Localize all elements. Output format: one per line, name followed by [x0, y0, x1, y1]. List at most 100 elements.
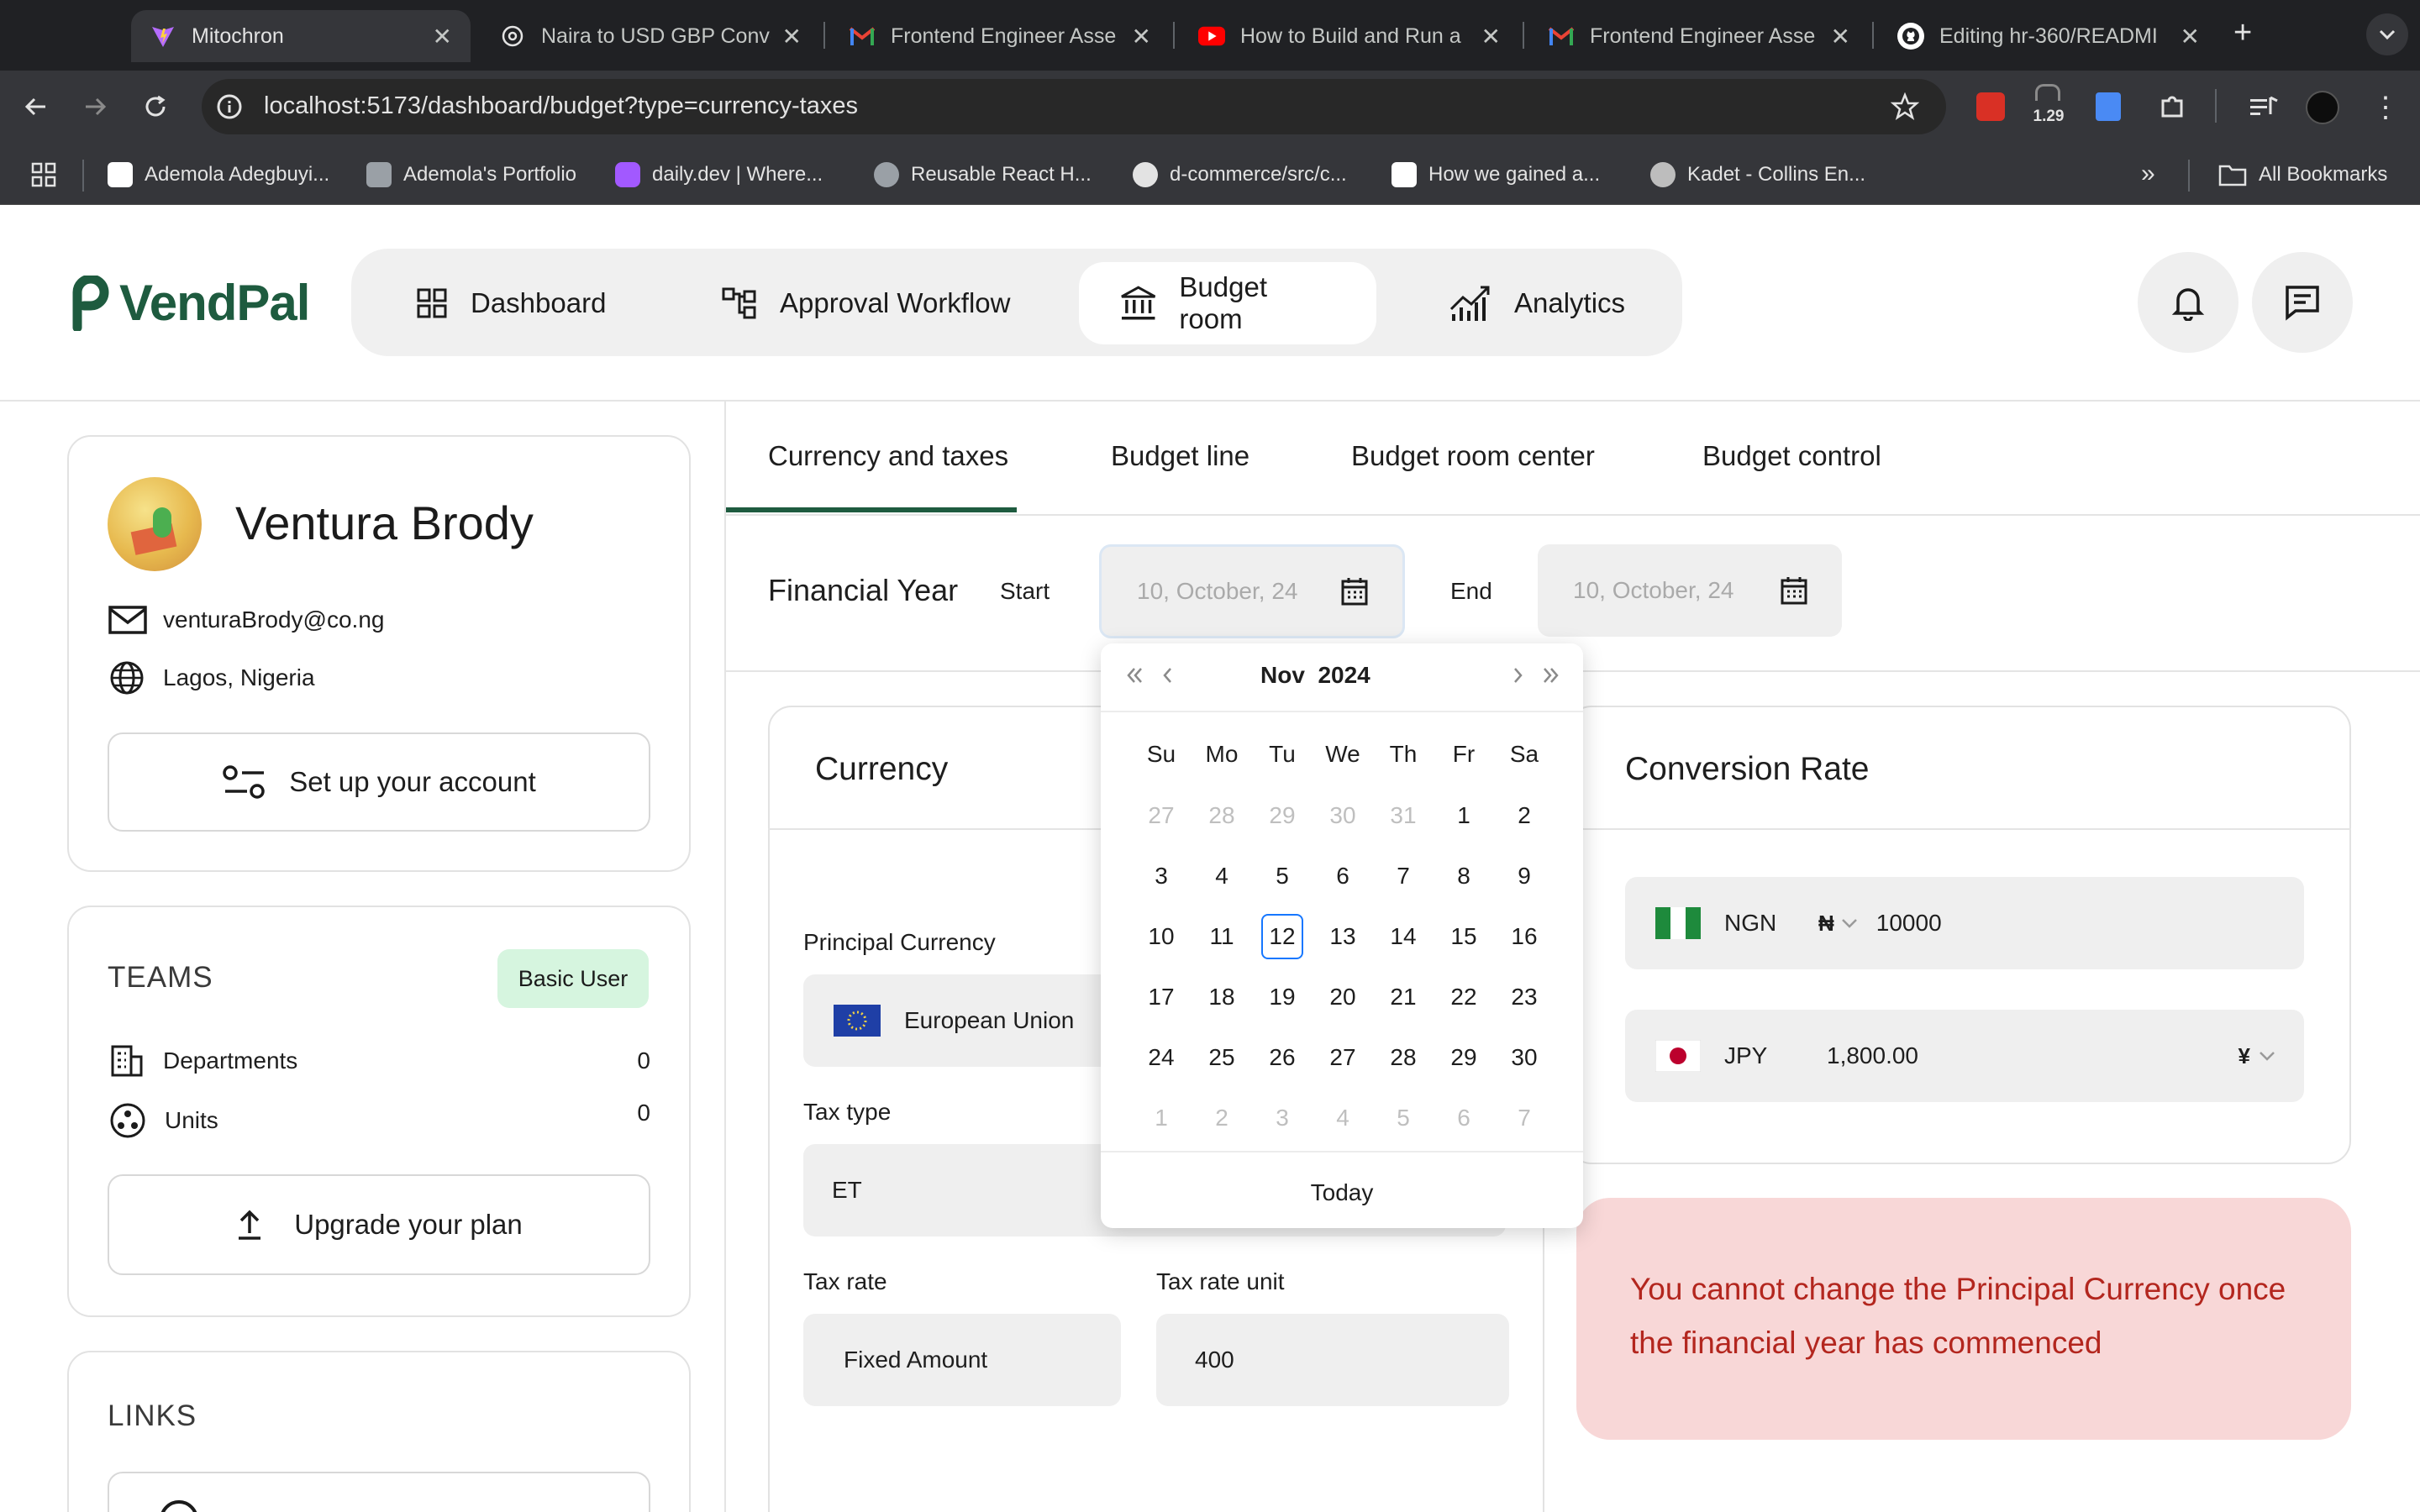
extension-icon[interactable] — [1976, 92, 2005, 121]
calendar-day[interactable]: 29 — [1434, 1035, 1494, 1080]
next-month-icon[interactable] — [1507, 664, 1528, 687]
vendpal-logo[interactable]: VendPal — [66, 274, 310, 332]
jpy-amount[interactable]: 1,800.00 — [1827, 1042, 2238, 1069]
close-icon[interactable]: ✕ — [782, 23, 802, 50]
nav-analytics[interactable]: Analytics — [1408, 262, 1665, 344]
tab-search-button[interactable] — [2366, 13, 2408, 55]
browser-tab[interactable]: Frontend Engineer Asse ✕ — [830, 10, 1170, 62]
bookmark-item[interactable]: Ademola's Portfolio — [366, 160, 576, 190]
calendar-day[interactable]: 28 — [1192, 793, 1252, 838]
bookmark-item[interactable]: daily.dev | Where... — [615, 160, 823, 190]
back-arrow-icon[interactable] — [22, 92, 50, 121]
calendar-day[interactable]: 30 — [1313, 793, 1373, 838]
close-icon[interactable]: ✕ — [1132, 23, 1151, 50]
conversion-row-jpy[interactable]: JPY 1,800.00 ¥ — [1625, 1010, 2304, 1102]
tab-currency-and-taxes[interactable]: Currency and taxes — [768, 440, 1008, 472]
upgrade-plan-button[interactable]: Upgrade your plan — [108, 1174, 650, 1275]
calendar-year[interactable]: 2024 — [1318, 662, 1370, 688]
tab-budget-room-center[interactable]: Budget room center — [1351, 440, 1595, 472]
calendar-day[interactable]: 3 — [1131, 853, 1192, 899]
extension-counter[interactable]: 1.29 — [2027, 79, 2070, 129]
nav-budget-room[interactable]: Budget room — [1079, 262, 1376, 344]
calendar-day[interactable]: 6 — [1434, 1095, 1494, 1141]
puzzle-icon[interactable] — [2158, 92, 2186, 121]
calendar-day[interactable]: 2 — [1192, 1095, 1252, 1141]
nav-dashboard[interactable]: Dashboard — [375, 262, 646, 344]
calendar-day[interactable]: 1 — [1434, 793, 1494, 838]
calendar-day[interactable]: 31 — [1373, 793, 1434, 838]
calendar-day[interactable]: 18 — [1192, 974, 1252, 1020]
browser-tab-mitochron[interactable]: Mitochron ✕ — [131, 10, 471, 62]
calendar-day[interactable]: 14 — [1373, 914, 1434, 959]
tax-rate-unit-input[interactable]: 400 — [1156, 1314, 1509, 1406]
close-icon[interactable]: ✕ — [433, 23, 452, 50]
calendar-day[interactable]: 17 — [1131, 974, 1192, 1020]
calendar-day[interactable]: 19 — [1252, 974, 1313, 1020]
yen-symbol[interactable]: ¥ — [2238, 1043, 2250, 1069]
close-icon[interactable]: ✕ — [2181, 23, 2200, 50]
departments-row[interactable]: Departments 0 — [109, 1043, 650, 1079]
calendar-day[interactable]: 29 — [1252, 793, 1313, 838]
calendar-day[interactable]: 4 — [1192, 853, 1252, 899]
calendar-day[interactable]: 5 — [1252, 853, 1313, 899]
calendar-day-today[interactable]: 12 — [1261, 914, 1303, 959]
ngn-amount[interactable]: 10000 — [1876, 910, 1942, 937]
notifications-button[interactable] — [2138, 252, 2238, 353]
calendar-day[interactable]: 10 — [1131, 914, 1192, 959]
calendar-day[interactable]: 28 — [1373, 1035, 1434, 1080]
calendar-day[interactable]: 15 — [1434, 914, 1494, 959]
today-button[interactable]: Today — [1101, 1179, 1583, 1206]
profile-avatar[interactable] — [2306, 91, 2339, 124]
start-date-input[interactable]: 10, October, 24 — [1099, 544, 1405, 638]
browser-tab[interactable]: How to Build and Run a ✕ — [1180, 10, 1519, 62]
bookmark-item[interactable]: Reusable React H... — [874, 160, 1092, 190]
calendar-day[interactable]: 26 — [1252, 1035, 1313, 1080]
bookmark-item[interactable]: How we gained a... — [1392, 160, 1600, 190]
calendar-day[interactable]: 21 — [1373, 974, 1434, 1020]
end-date-input[interactable]: 10, October, 24 — [1538, 544, 1842, 637]
calendar-month-year[interactable]: Nov 2024 — [1260, 662, 1370, 689]
calendar-day[interactable]: 5 — [1373, 1095, 1434, 1141]
forward-arrow-icon[interactable] — [81, 92, 109, 121]
reload-icon[interactable] — [141, 92, 170, 121]
url-text[interactable]: localhost:5173/dashboard/budget?type=cur… — [264, 92, 858, 120]
media-control-icon[interactable] — [2249, 92, 2279, 121]
calendar-day[interactable]: 13 — [1313, 914, 1373, 959]
avatar[interactable] — [108, 477, 202, 571]
tax-rate-select[interactable]: Fixed Amount — [803, 1314, 1121, 1406]
tab-budget-line[interactable]: Budget line — [1111, 440, 1249, 472]
calendar-day[interactable]: 1 — [1131, 1095, 1192, 1141]
naira-symbol[interactable]: ₦ — [1818, 911, 1834, 937]
conversion-row-ngn[interactable]: NGN ₦ 10000 — [1625, 877, 2304, 969]
setup-account-button[interactable]: Set up your account — [108, 732, 650, 832]
browser-tab[interactable]: Naira to USD GBP Conve ✕ — [481, 10, 820, 62]
calendar-day[interactable]: 27 — [1131, 793, 1192, 838]
tab-budget-control[interactable]: Budget control — [1702, 440, 1881, 472]
prev-year-icon[interactable] — [1123, 664, 1146, 687]
browser-tab[interactable]: Editing hr-360/READMI ✕ — [1879, 10, 2218, 62]
site-info-icon[interactable] — [215, 92, 244, 121]
kebab-menu-icon[interactable]: ⋮ — [2371, 91, 2400, 124]
calendar-day[interactable]: 22 — [1434, 974, 1494, 1020]
prev-month-icon[interactable] — [1158, 664, 1178, 687]
close-icon[interactable]: ✕ — [1481, 23, 1501, 50]
bookmark-item[interactable]: Ademola Adegbuyi... — [108, 160, 329, 190]
calendar-day[interactable]: 2 — [1494, 793, 1555, 838]
calendar-day[interactable]: 8 — [1434, 853, 1494, 899]
star-icon[interactable] — [1891, 92, 1919, 121]
calendar-day[interactable]: 24 — [1131, 1035, 1192, 1080]
calendar-day[interactable]: 20 — [1313, 974, 1373, 1020]
nav-approval-workflow[interactable]: Approval Workflow — [681, 262, 1051, 344]
next-year-icon[interactable] — [1539, 664, 1563, 687]
browser-tab[interactable]: Frontend Engineer Asse ✕ — [1529, 10, 1869, 62]
new-tab-button[interactable]: + — [2233, 15, 2252, 51]
link-item[interactable] — [108, 1472, 650, 1512]
apps-grid-icon[interactable] — [30, 161, 57, 188]
calendar-month[interactable]: Nov — [1260, 662, 1305, 688]
calendar-day[interactable]: 6 — [1313, 853, 1373, 899]
doc-extension-icon[interactable] — [2096, 92, 2121, 121]
calendar-day[interactable]: 23 — [1494, 974, 1555, 1020]
calendar-day[interactable]: 16 — [1494, 914, 1555, 959]
bookmark-item[interactable]: d-commerce/src/c... — [1133, 160, 1347, 190]
calendar-day[interactable]: 7 — [1494, 1095, 1555, 1141]
